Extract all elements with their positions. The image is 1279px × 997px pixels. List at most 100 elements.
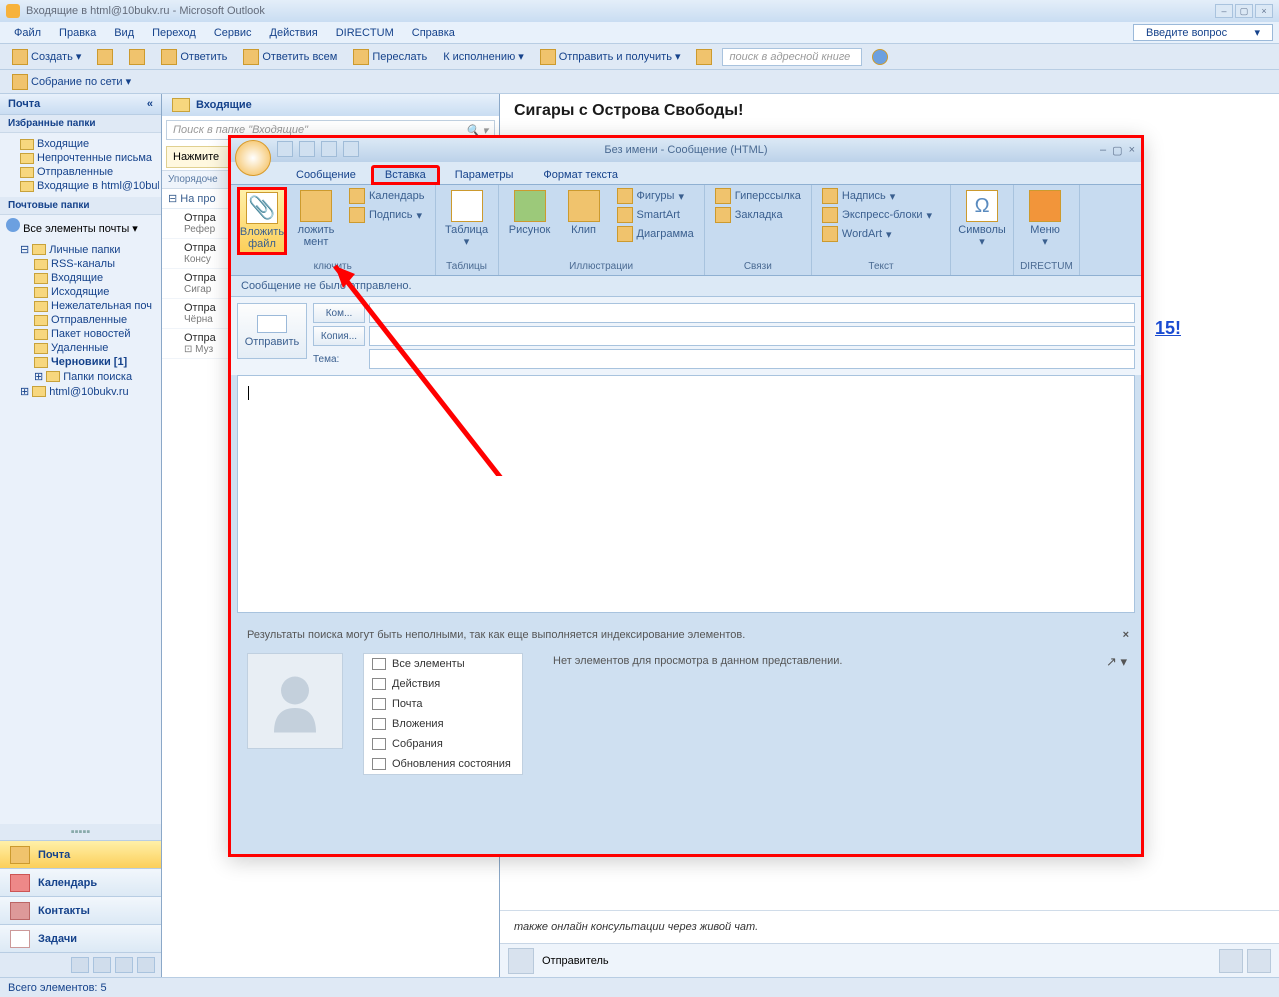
fav-inbox[interactable]: Входящие xyxy=(2,137,159,151)
reply-all-button[interactable]: Ответить всем xyxy=(237,47,343,67)
navbtn-tasks[interactable]: Задачи xyxy=(0,925,161,953)
folder-sent[interactable]: Отправленные xyxy=(2,313,159,327)
maximize-button[interactable]: ▢ xyxy=(1235,4,1253,18)
subject-label: Тема: xyxy=(313,349,365,369)
nav-mini-shortcuts[interactable] xyxy=(115,957,133,973)
forward-button[interactable]: Переслать xyxy=(347,47,433,67)
calendar-button[interactable]: Календарь xyxy=(345,187,429,205)
office-button[interactable] xyxy=(235,140,271,176)
fav-inbox-acct[interactable]: Входящие в html@10buk xyxy=(2,179,159,193)
people-item-all[interactable]: Все элементы xyxy=(364,654,522,674)
online-meeting-button[interactable]: Собрание по сети ▾ xyxy=(6,72,137,92)
partial-link-text[interactable]: 15! xyxy=(1155,318,1181,339)
compose-body[interactable] xyxy=(237,375,1135,613)
bookmark-button[interactable]: Закладка xyxy=(711,206,805,224)
nav-mini-notes[interactable] xyxy=(71,957,89,973)
close-button[interactable]: × xyxy=(1255,4,1273,18)
compose-titlebar: Без имени - Сообщение (HTML) – ▢ × xyxy=(231,138,1141,162)
sendrecv-button[interactable]: Отправить и получить ▾ xyxy=(534,47,687,67)
menu-actions[interactable]: Действия xyxy=(262,25,326,41)
maximize-button[interactable]: ▢ xyxy=(1112,144,1122,157)
nav-mini-config[interactable] xyxy=(137,957,155,973)
attach-file-button[interactable]: 📎Вложить файл xyxy=(237,187,287,255)
nav-splitter[interactable]: ▪▪▪▪▪ xyxy=(0,824,161,840)
fav-sent[interactable]: Отправленные xyxy=(2,165,159,179)
account-folder[interactable]: ⊞ html@10bukv.ru xyxy=(2,384,159,399)
person-thumb[interactable] xyxy=(1219,949,1243,973)
shapes-button[interactable]: Фигуры ▾ xyxy=(613,187,698,205)
person-thumb[interactable] xyxy=(1247,949,1271,973)
to-input[interactable] xyxy=(369,303,1135,323)
compose-title: Без имени - Сообщение (HTML) xyxy=(604,144,767,156)
personal-folders[interactable]: ⊟ Личные папки xyxy=(2,242,159,257)
new-button[interactable]: Создать ▾ xyxy=(6,47,87,67)
tab-insert[interactable]: Вставка xyxy=(371,165,440,185)
folder-junk[interactable]: Нежелательная поч xyxy=(2,299,159,313)
all-mail-items[interactable]: Все элементы почты ▾ xyxy=(0,215,161,238)
menu-tools[interactable]: Сервис xyxy=(206,25,260,41)
addressbook-button[interactable] xyxy=(690,47,718,67)
collapse-icon[interactable]: « xyxy=(147,98,153,110)
folder-rss[interactable]: RSS-каналы xyxy=(2,257,159,271)
attach-item-button[interactable]: ложить мент xyxy=(291,187,341,248)
people-item-meetings[interactable]: Собрания xyxy=(364,734,522,754)
folder-outbox[interactable]: Исходящие xyxy=(2,285,159,299)
smartart-button[interactable]: SmartArt xyxy=(613,206,698,224)
navbtn-calendar[interactable]: Календарь xyxy=(0,869,161,897)
picture-button[interactable]: Рисунок xyxy=(505,187,555,236)
people-item-actions[interactable]: Действия xyxy=(364,674,522,694)
menu-file[interactable]: Файл xyxy=(6,25,49,41)
send-button[interactable]: Отправить xyxy=(237,303,307,359)
reply-button[interactable]: Ответить xyxy=(155,47,233,67)
wordart-button[interactable]: WordArt ▾ xyxy=(818,225,936,243)
ask-question-input[interactable]: Введите вопрос▾ xyxy=(1133,24,1273,41)
cc-input[interactable] xyxy=(369,326,1135,346)
help-button[interactable] xyxy=(866,47,894,67)
subject-input[interactable] xyxy=(369,349,1135,369)
people-item-updates[interactable]: Обновления состояния xyxy=(364,754,522,774)
folder-search[interactable]: ⊞ Папки поиска xyxy=(2,369,159,384)
signature-button[interactable]: Подпись ▾ xyxy=(345,206,429,224)
fav-unread[interactable]: Непрочтенные письма xyxy=(2,151,159,165)
print-button[interactable] xyxy=(91,47,119,67)
redo-icon[interactable] xyxy=(321,141,337,157)
close-button[interactable]: × xyxy=(1129,144,1135,157)
menu-help[interactable]: Справка xyxy=(404,25,463,41)
clip-button[interactable]: Клип xyxy=(559,187,609,236)
quickparts-button[interactable]: Экспресс-блоки ▾ xyxy=(818,206,936,224)
minimize-button[interactable]: – xyxy=(1215,4,1233,18)
navbtn-mail[interactable]: Почта xyxy=(0,841,161,869)
nav-mini-folders[interactable] xyxy=(93,957,111,973)
folder-deleted[interactable]: Удаленные xyxy=(2,341,159,355)
folder-inbox[interactable]: Входящие xyxy=(2,271,159,285)
move-button[interactable] xyxy=(123,47,151,67)
textbox-button[interactable]: Надпись ▾ xyxy=(818,187,936,205)
cc-button[interactable]: Копия... xyxy=(313,326,365,346)
tab-format[interactable]: Формат текста xyxy=(528,165,633,185)
tab-options[interactable]: Параметры xyxy=(440,165,529,185)
people-item-mail[interactable]: Почта xyxy=(364,694,522,714)
save-icon[interactable] xyxy=(277,141,293,157)
table-button[interactable]: Таблица ▾ xyxy=(442,187,492,248)
navbtn-contacts[interactable]: Контакты xyxy=(0,897,161,925)
people-item-attachments[interactable]: Вложения xyxy=(364,714,522,734)
expand-people-pane[interactable]: ↗ ▾ xyxy=(1106,654,1127,670)
folder-drafts[interactable]: Черновики [1] xyxy=(2,355,159,369)
hyperlink-button[interactable]: Гиперссылка xyxy=(711,187,805,205)
directum-menu-button[interactable]: Меню ▾ xyxy=(1020,187,1070,248)
to-button[interactable]: Ком... xyxy=(313,303,365,323)
followup-button[interactable]: К исполнению ▾ xyxy=(437,48,530,65)
minimize-button[interactable]: – xyxy=(1100,144,1106,157)
close-info-icon[interactable]: × xyxy=(1123,629,1129,641)
menu-go[interactable]: Переход xyxy=(144,25,204,41)
chart-button[interactable]: Диаграмма xyxy=(613,225,698,243)
address-search-input[interactable]: поиск в адресной книге xyxy=(722,48,862,66)
symbols-button[interactable]: ΩСимволы ▾ xyxy=(957,187,1007,248)
qat-more-icon[interactable] xyxy=(343,141,359,157)
undo-icon[interactable] xyxy=(299,141,315,157)
tab-message[interactable]: Сообщение xyxy=(281,165,371,185)
menu-edit[interactable]: Правка xyxy=(51,25,104,41)
menu-view[interactable]: Вид xyxy=(106,25,142,41)
menu-directum[interactable]: DIRECTUM xyxy=(328,25,402,41)
folder-news[interactable]: Пакет новостей xyxy=(2,327,159,341)
